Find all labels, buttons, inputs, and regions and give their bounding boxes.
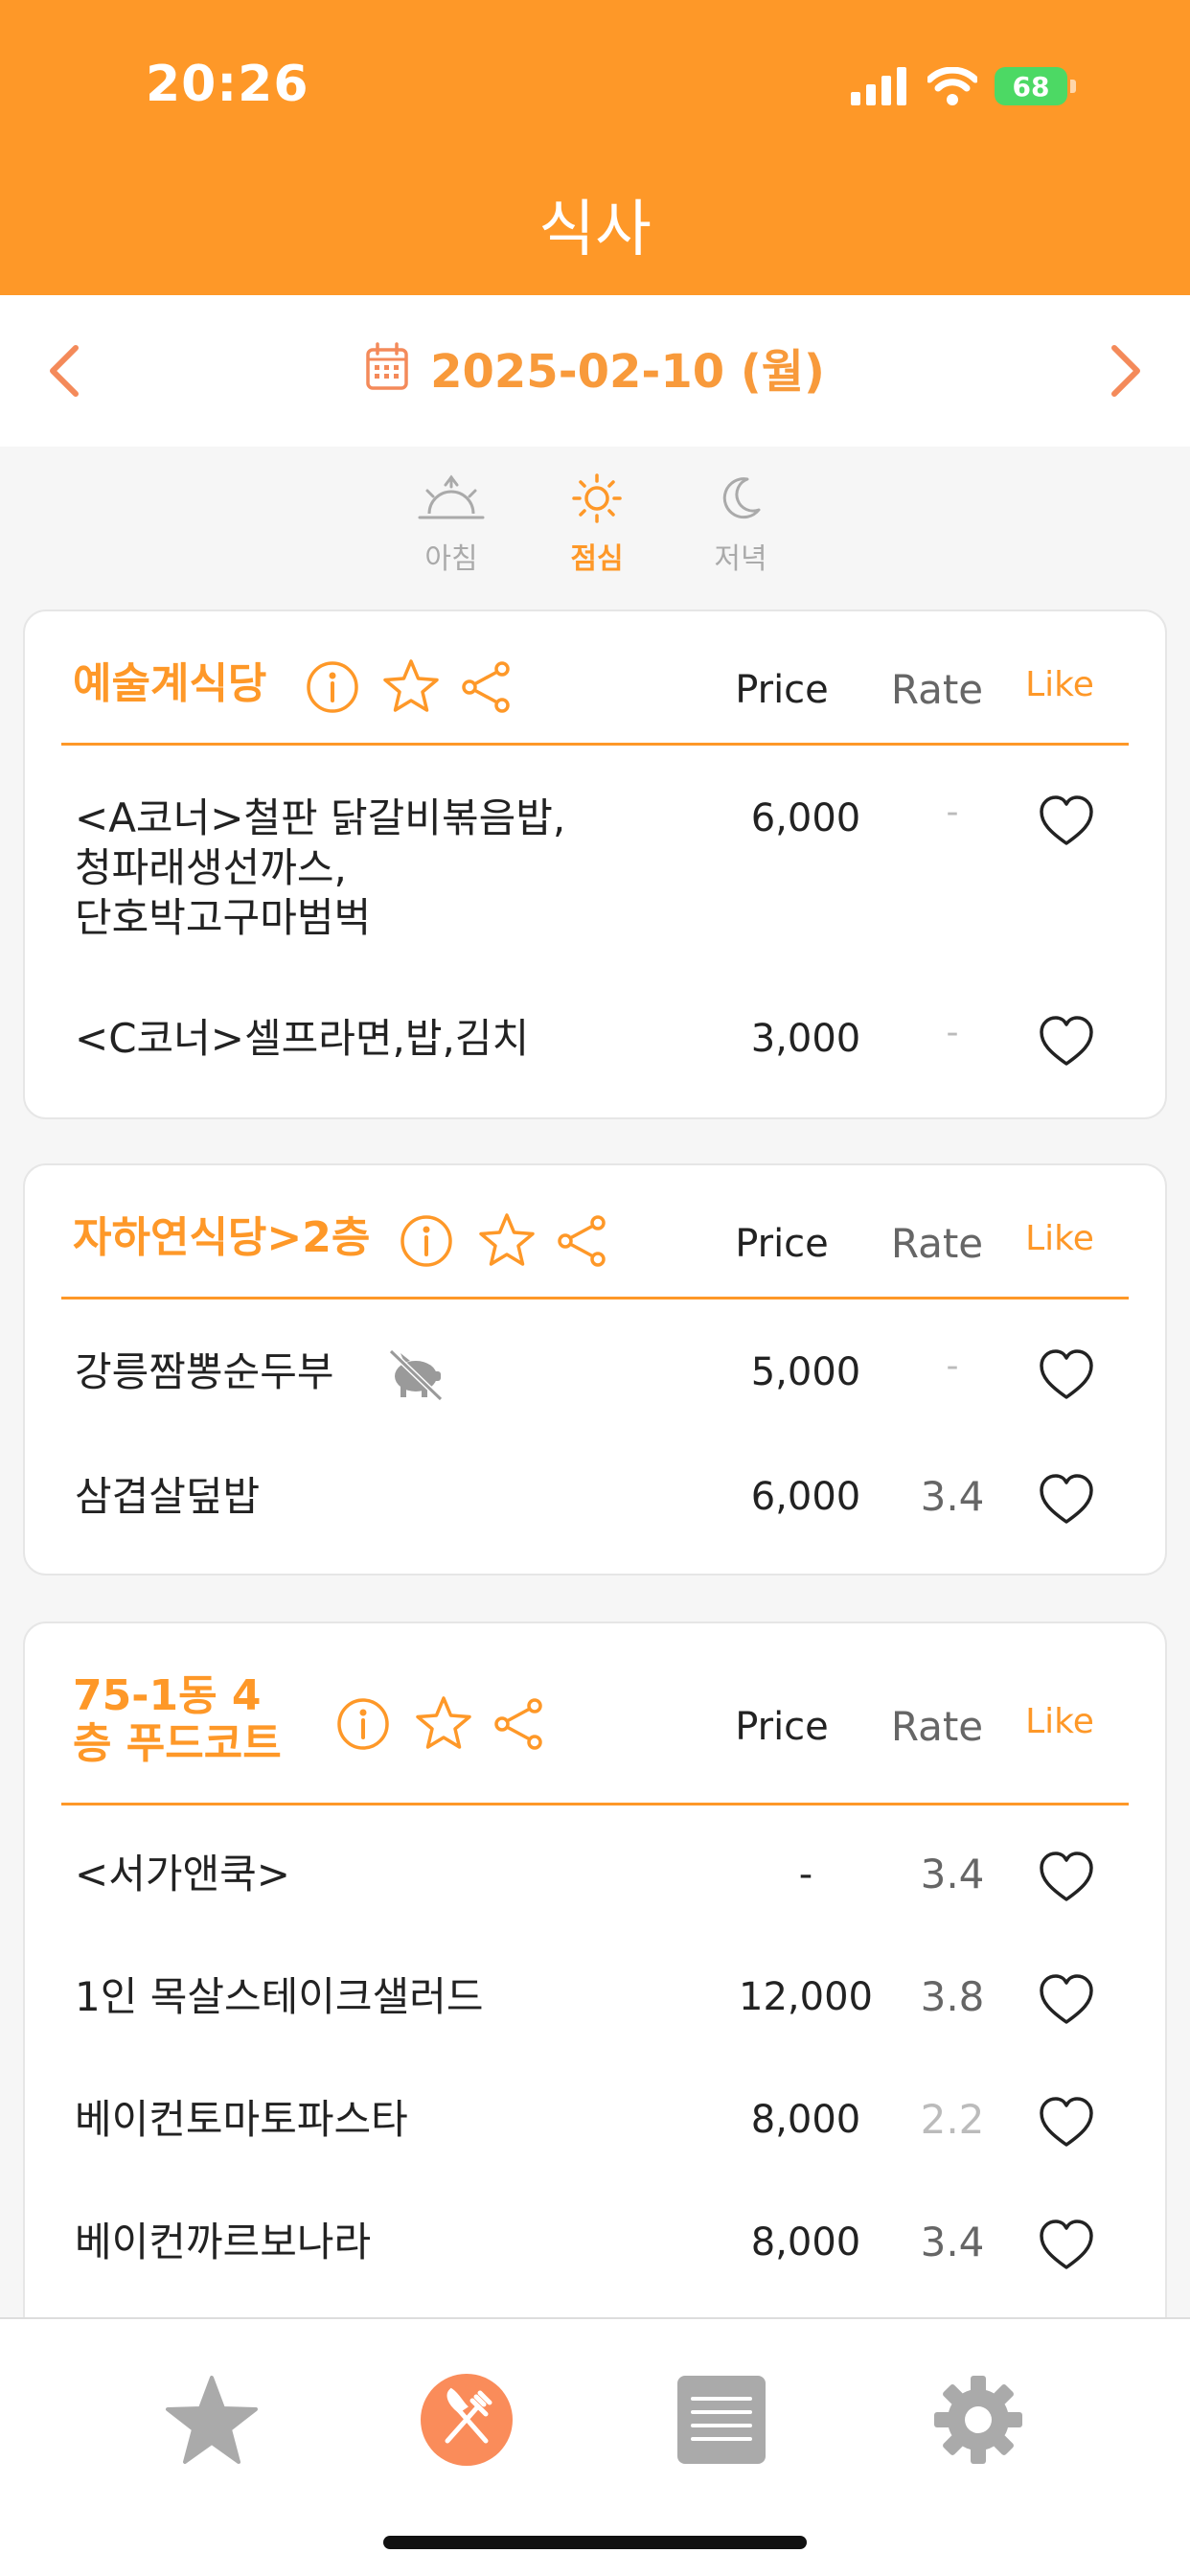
menu-row[interactable]: 베이컨토마토파스타 8,000 2.2 bbox=[25, 2095, 1169, 2152]
tab-dinner[interactable]: 저녁 bbox=[683, 472, 798, 577]
menu-row[interactable]: 강릉짬뽕순두부 5,000 - bbox=[25, 1346, 1169, 1405]
menu-item-name: <A코너>철판 닭갈비볶음밥, 청파래생선까스, 단호박고구마범벅 bbox=[75, 794, 566, 941]
heart-icon[interactable] bbox=[1037, 1347, 1096, 1403]
info-icon[interactable] bbox=[305, 659, 360, 715]
restaurant-name: 자하연식당>2층 bbox=[73, 1213, 371, 1262]
restaurant-name-line2: 층 푸드코트 bbox=[73, 1719, 282, 1768]
menu-item-rate: 3.8 bbox=[920, 1973, 985, 2020]
heart-icon[interactable] bbox=[1037, 2095, 1096, 2150]
signal-icon bbox=[851, 67, 906, 105]
tab-lunch-label: 점심 bbox=[570, 542, 624, 576]
menu-row[interactable]: <서가앤쿡> - 3.4 bbox=[25, 1850, 1169, 1907]
tab-breakfast[interactable]: 아침 bbox=[394, 472, 509, 577]
menu-item-rate: - bbox=[946, 1013, 959, 1052]
restaurant-card: 75-1동 4 층 푸드코트 Price Rate Like <서가앤쿡> - … bbox=[23, 1622, 1167, 2350]
menu-item-rate: - bbox=[946, 793, 959, 832]
restaurant-name: 예술계식당 bbox=[73, 659, 267, 708]
heart-icon[interactable] bbox=[1037, 1472, 1096, 1528]
list-icon bbox=[677, 2376, 766, 2464]
restaurant-card: 자하연식당>2층 Price Rate Like 강릉짬뽕순두부 5,000 -… bbox=[23, 1163, 1167, 1576]
menu-row[interactable]: <C코너>셀프라면,밥,김치 3,000 - bbox=[25, 1013, 1169, 1071]
fork-knife-icon bbox=[421, 2374, 513, 2466]
tab-board[interactable] bbox=[669, 2367, 774, 2472]
tab-dinner-label: 저녁 bbox=[714, 542, 767, 576]
menu-item-name: <C코너>셀프라면,밥,김치 bbox=[75, 1015, 530, 1062]
like-column-header: Like bbox=[1025, 1702, 1094, 1741]
restaurant-card: 예술계식당 Price Rate Like <A코너>철판 닭갈비볶음밥, 청파… bbox=[23, 610, 1167, 1119]
menu-item-rate: 3.4 bbox=[920, 1851, 985, 1898]
menu-row[interactable]: <A코너>철판 닭갈비볶음밥, 청파래생선까스, 단호박고구마범벅 6,000 … bbox=[25, 793, 1169, 956]
menu-item-rate: 2.2 bbox=[920, 2096, 985, 2143]
sun-icon bbox=[572, 473, 622, 523]
menu-item-rate: 3.4 bbox=[920, 2219, 985, 2266]
gear-icon bbox=[934, 2376, 1022, 2464]
share-icon[interactable] bbox=[491, 1696, 546, 1752]
no-pork-icon bbox=[388, 1348, 444, 1402]
like-column-header: Like bbox=[1025, 665, 1094, 704]
tab-meals[interactable] bbox=[414, 2367, 519, 2472]
app-header: 20:26 68 식사 bbox=[0, 0, 1190, 295]
restaurant-name-line1: 75-1동 4 bbox=[73, 1671, 262, 1720]
like-column-header: Like bbox=[1025, 1219, 1094, 1258]
menu-row[interactable]: 1인 목살스테이크샐러드 12,000 3.8 bbox=[25, 1972, 1169, 2030]
rate-column-header: Rate bbox=[890, 1220, 984, 1267]
star-icon bbox=[166, 2376, 258, 2464]
date-picker[interactable]: 2025-02-10 (월) bbox=[0, 334, 1190, 401]
card-header: 예술계식당 Price Rate Like bbox=[61, 611, 1129, 746]
rate-column-header: Rate bbox=[890, 666, 984, 713]
menu-item-name: 강릉짬뽕순두부 bbox=[75, 1348, 334, 1395]
date-bar: 2025-02-10 (월) bbox=[0, 295, 1190, 447]
menu-item-name: 1인 목살스테이크샐러드 bbox=[75, 1973, 484, 2020]
selected-date: 2025-02-10 (월) bbox=[430, 345, 825, 399]
share-icon[interactable] bbox=[458, 659, 514, 715]
page-title: 식사 bbox=[538, 195, 652, 265]
price-column-header: Price bbox=[735, 1222, 829, 1266]
heart-icon[interactable] bbox=[1037, 794, 1096, 849]
tab-settings[interactable] bbox=[926, 2367, 1031, 2472]
home-indicator bbox=[383, 2536, 807, 2549]
battery-indicator: 68 bbox=[995, 67, 1076, 105]
card-header: 자하연식당>2층 Price Rate Like bbox=[61, 1165, 1129, 1300]
share-icon[interactable] bbox=[554, 1213, 609, 1269]
favorite-star-icon[interactable] bbox=[477, 1211, 537, 1269]
menu-item-name: 베이컨까르보나라 bbox=[75, 2219, 372, 2266]
sunrise-icon bbox=[418, 474, 485, 519]
moon-icon bbox=[722, 477, 761, 519]
heart-icon[interactable] bbox=[1037, 2218, 1096, 2273]
favorite-star-icon[interactable] bbox=[381, 657, 441, 715]
chevron-right-icon bbox=[1111, 345, 1140, 397]
menu-item-rate: - bbox=[946, 1346, 959, 1386]
battery-cap bbox=[1070, 80, 1076, 93]
menu-row[interactable]: 삼겹살덮밥 6,000 3.4 bbox=[25, 1472, 1169, 1530]
battery-level: 68 bbox=[995, 67, 1067, 105]
heart-icon[interactable] bbox=[1037, 1972, 1096, 2028]
tab-lunch[interactable]: 점심 bbox=[539, 472, 654, 577]
tab-favorites[interactable] bbox=[159, 2367, 264, 2472]
calendar-icon bbox=[366, 342, 408, 390]
info-icon[interactable] bbox=[399, 1213, 454, 1269]
menu-item-name: 삼겹살덮밥 bbox=[75, 1473, 261, 1520]
meal-tabs: 아침 점심 저녁 bbox=[0, 472, 1190, 586]
menu-item-name: <서가앤쿡> bbox=[75, 1851, 290, 1898]
favorite-star-icon[interactable] bbox=[414, 1694, 473, 1752]
heart-icon[interactable] bbox=[1037, 1014, 1096, 1070]
rate-column-header: Rate bbox=[890, 1703, 984, 1750]
heart-icon[interactable] bbox=[1037, 1850, 1096, 1905]
tab-breakfast-label: 아침 bbox=[424, 542, 478, 576]
next-day-button[interactable] bbox=[1092, 337, 1159, 404]
status-indicators: 68 bbox=[851, 61, 1076, 111]
menu-item-name: 베이컨토마토파스타 bbox=[75, 2096, 408, 2143]
info-icon[interactable] bbox=[335, 1696, 391, 1752]
menu-row[interactable]: 베이컨까르보나라 8,000 3.4 bbox=[25, 2218, 1169, 2275]
card-header: 75-1동 4 층 푸드코트 Price Rate Like bbox=[61, 1623, 1129, 1806]
menu-item-rate: 3.4 bbox=[920, 1473, 985, 1520]
price-column-header: Price bbox=[735, 1705, 829, 1749]
price-column-header: Price bbox=[735, 668, 829, 712]
wifi-icon bbox=[927, 67, 977, 105]
status-time: 20:26 bbox=[146, 56, 309, 113]
